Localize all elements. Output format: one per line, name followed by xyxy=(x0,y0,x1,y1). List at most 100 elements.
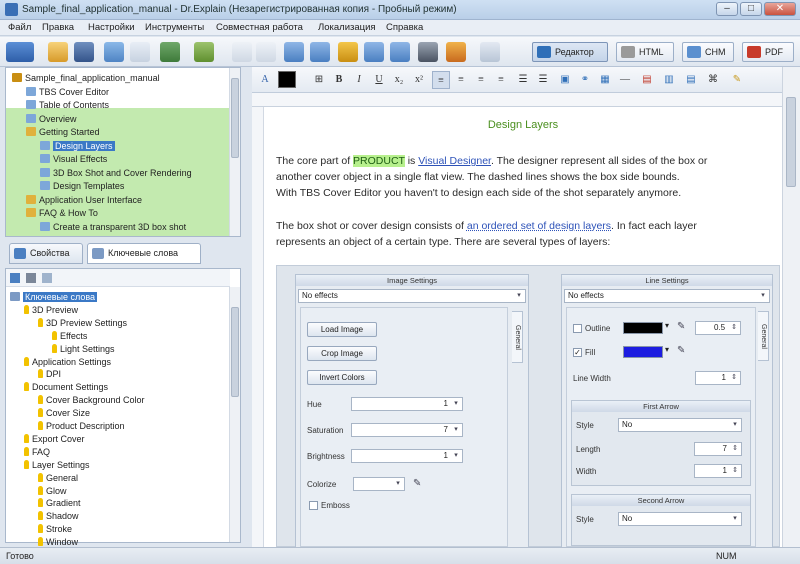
keyword-item[interactable]: Ключевые слова xyxy=(10,291,98,304)
keyword-item[interactable]: DPI xyxy=(38,368,61,381)
add-child-topic-icon[interactable] xyxy=(310,42,330,62)
insert-variable-icon[interactable]: ▥ xyxy=(660,71,678,89)
tree-scroll-thumb[interactable] xyxy=(231,78,239,158)
chm-view-button[interactable]: CHM xyxy=(682,42,734,62)
eyedropper-icon[interactable]: ✎ xyxy=(677,345,685,356)
tree-item[interactable]: FAQ & How To xyxy=(26,207,98,220)
tree-item[interactable]: Design Templates xyxy=(40,180,124,193)
keyword-item[interactable]: Document Settings xyxy=(24,381,108,394)
font-color-swatch[interactable] xyxy=(278,71,296,88)
open-icon[interactable] xyxy=(48,42,68,62)
subscript-icon[interactable]: x₂ xyxy=(390,71,408,89)
keyword-item[interactable]: Light Settings xyxy=(52,343,115,356)
outline-color-swatch[interactable] xyxy=(623,322,663,334)
outline-checkbox[interactable] xyxy=(573,324,582,333)
text-style-icon[interactable]: A xyxy=(256,71,274,89)
outline-width-stepper[interactable]: 0.5 ⇕ xyxy=(695,321,741,335)
eyedropper-icon[interactable]: ✎ xyxy=(677,321,685,332)
bold-icon[interactable]: B xyxy=(330,71,348,89)
sync-icon[interactable] xyxy=(130,42,150,62)
numbered-list-icon[interactable]: ☰ xyxy=(534,71,552,89)
line-general-tab[interactable]: General xyxy=(758,311,769,361)
second-arrow-style-select[interactable]: No ▾ xyxy=(618,512,742,526)
length-stepper[interactable]: 7 ⇕ xyxy=(694,442,742,456)
menu-collaboration[interactable]: Совместная работа xyxy=(216,22,303,33)
menu-edit[interactable]: Правка xyxy=(42,22,74,33)
saturation-select[interactable]: 7 ▾ xyxy=(351,423,463,437)
keyword-item[interactable]: Product Description xyxy=(38,420,125,433)
keyword-item[interactable]: Glow xyxy=(38,485,67,498)
hue-select[interactable]: 1 ▾ xyxy=(351,397,463,411)
keyword-item[interactable]: Effects xyxy=(52,330,87,343)
keyword-item[interactable]: Stroke xyxy=(38,523,72,536)
tree-item[interactable]: Application User Interface xyxy=(26,194,142,207)
add-keyword-icon[interactable] xyxy=(10,273,20,283)
tree-scrollbar[interactable] xyxy=(229,68,240,236)
first-arrow-style-select[interactable]: No ▾ xyxy=(618,418,742,432)
document-scrollbar[interactable] xyxy=(782,67,800,547)
tree-item[interactable]: 3D Box Shot and Cover Rendering xyxy=(40,167,192,180)
image-effect-select[interactable]: No effects ▾ xyxy=(298,289,526,303)
emboss-checkbox[interactable] xyxy=(309,501,318,510)
image-general-tab[interactable]: General xyxy=(512,311,523,363)
italic-icon[interactable]: I xyxy=(350,71,368,89)
magic-icon[interactable]: ✎ xyxy=(728,71,746,89)
keywords-scrollbar[interactable] xyxy=(229,287,240,542)
keywords-scroll-thumb[interactable] xyxy=(231,307,239,397)
keyword-item[interactable]: Gradient xyxy=(38,497,81,510)
tools-icon[interactable] xyxy=(418,42,438,62)
tree-item[interactable]: TBS Cover Editor xyxy=(26,86,109,99)
html-view-button[interactable]: HTML xyxy=(616,42,674,62)
line-width-stepper[interactable]: 1 ⇕ xyxy=(695,371,741,385)
keyword-item[interactable]: Application Settings xyxy=(24,356,111,369)
menu-tools[interactable]: Инструменты xyxy=(145,22,204,33)
line-effect-select[interactable]: No effects ▾ xyxy=(564,289,770,303)
crop-image-button[interactable]: Crop Image xyxy=(307,346,377,361)
font-settings-icon[interactable]: ⊞ xyxy=(310,71,328,89)
pdf-view-button[interactable]: PDF xyxy=(742,42,794,62)
insert-object-icon[interactable]: ▤ xyxy=(638,71,656,89)
close-button[interactable]: ✕ xyxy=(764,2,796,16)
invert-colors-button[interactable]: Invert Colors xyxy=(307,370,377,385)
justify-icon[interactable]: ≡ xyxy=(492,71,510,89)
save-icon[interactable] xyxy=(74,42,94,62)
tab-properties[interactable]: Свойства xyxy=(9,243,83,264)
menu-localization[interactable]: Локализация xyxy=(318,22,376,33)
add-folder-icon[interactable] xyxy=(338,42,358,62)
insert-link-icon[interactable]: ⚭ xyxy=(576,71,594,89)
keyword-item[interactable]: Cover Background Color xyxy=(38,394,145,407)
tree-item[interactable]: Design Layers xyxy=(40,140,115,153)
load-image-button[interactable]: Load Image xyxy=(307,322,377,337)
cut-icon[interactable] xyxy=(232,42,252,62)
help-icon[interactable] xyxy=(480,42,500,62)
underline-icon[interactable]: U xyxy=(370,71,388,89)
product-variable[interactable]: PRODUCT xyxy=(353,155,405,167)
keyword-item[interactable]: 3D Preview xyxy=(24,304,78,317)
bullet-list-icon[interactable]: ☰ xyxy=(514,71,532,89)
settings-icon[interactable] xyxy=(446,42,466,62)
keyword-item[interactable]: Shadow xyxy=(38,510,79,523)
design-layers-link[interactable]: an ordered set of design layers xyxy=(467,220,611,232)
width-stepper[interactable]: 1 ⇕ xyxy=(694,464,742,478)
menu-settings[interactable]: Настройки xyxy=(88,22,135,33)
align-right-icon[interactable]: ≡ xyxy=(472,71,490,89)
keyword-item[interactable]: Export Cover xyxy=(24,433,85,446)
copy-icon[interactable] xyxy=(256,42,276,62)
brightness-select[interactable]: 1 ▾ xyxy=(351,449,463,463)
insert-table-icon[interactable]: ▦ xyxy=(596,71,614,89)
chevron-down-icon[interactable]: ▾ xyxy=(665,321,669,330)
minimize-button[interactable]: – xyxy=(716,2,738,16)
new-project-icon[interactable] xyxy=(6,42,34,62)
maximize-button[interactable]: □ xyxy=(740,2,762,16)
topic-settings-icon[interactable] xyxy=(390,42,410,62)
keyword-item[interactable]: FAQ xyxy=(24,446,50,459)
tree-item[interactable]: Getting Started xyxy=(26,126,100,139)
keyword-item[interactable]: 3D Preview Settings xyxy=(38,317,127,330)
fill-checkbox[interactable]: ✓ xyxy=(573,348,582,357)
document-scroll-thumb[interactable] xyxy=(786,97,796,187)
insert-code-icon[interactable]: ⌘ xyxy=(704,71,722,89)
chevron-down-icon[interactable]: ▾ xyxy=(665,345,669,354)
tab-keywords[interactable]: Ключевые слова xyxy=(87,243,201,264)
visual-designer-link[interactable]: Visual Designer xyxy=(418,155,491,167)
add-topic-icon[interactable] xyxy=(284,42,304,62)
